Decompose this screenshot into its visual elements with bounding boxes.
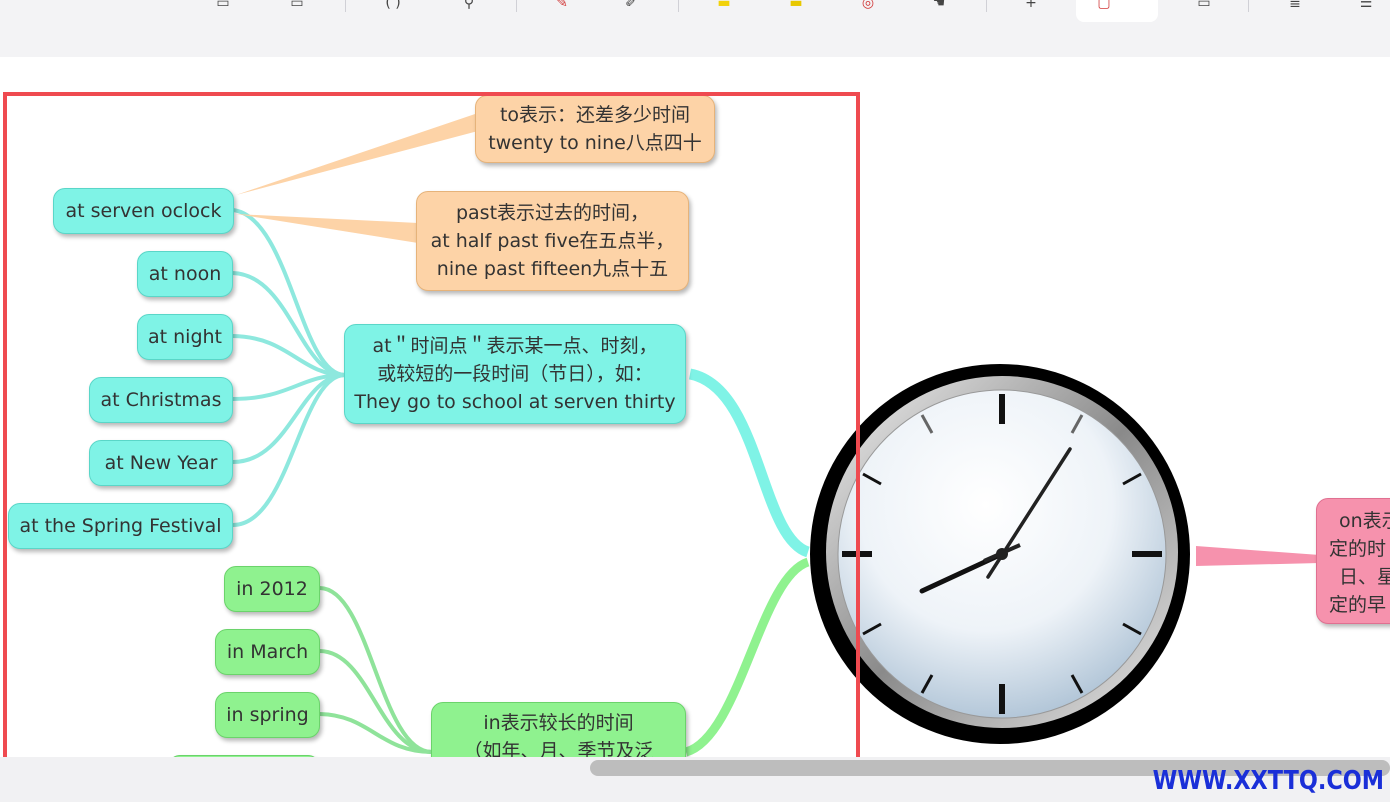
- node-at-child[interactable]: at the Spring Festival: [8, 503, 233, 549]
- node-at-child[interactable]: at noon: [137, 251, 233, 297]
- node-line: 定的时: [1329, 538, 1387, 560]
- pen-icon[interactable]: ✎: [551, 0, 573, 10]
- node-in[interactable]: in表示较长的时间 （如年、月、季节及泛: [431, 702, 686, 757]
- add-icon[interactable]: +: [1020, 0, 1042, 10]
- node-line: 或较短的一段时间（节日），如：: [377, 363, 653, 385]
- brackets-icon[interactable]: ( ): [378, 0, 408, 10]
- export-icon[interactable]: ▭: [1193, 0, 1215, 10]
- toolbar-separator: [986, 0, 987, 12]
- note-line: at half past five在五点半，: [430, 230, 675, 252]
- connector-at-child: [232, 208, 346, 377]
- node-line: 定的早: [1329, 594, 1387, 616]
- list-icon[interactable]: ☰: [1355, 0, 1377, 10]
- note-line: to表示：还差多少时间: [499, 104, 691, 126]
- layout-icon[interactable]: ▢: [1093, 0, 1115, 10]
- node-on[interactable]: on表示 定的时 日、星 定的早: [1316, 498, 1390, 624]
- node-line: at＂时间点＂表示某一点、时刻，: [372, 335, 658, 357]
- marker-icon[interactable]: ▬: [785, 0, 807, 10]
- node-line: 日、星: [1339, 566, 1390, 588]
- highlighter-icon[interactable]: ▬: [713, 0, 735, 10]
- node-in-child[interactable]: in March: [215, 629, 320, 675]
- lasso-icon[interactable]: ☚: [928, 0, 950, 10]
- connector-at: [688, 368, 811, 558]
- note-line: past表示过去的时间，: [455, 202, 650, 224]
- connector-in-child: [319, 649, 433, 754]
- watermark-text: WWW.XXTTQ.COM: [1152, 766, 1384, 796]
- document-icon[interactable]: ▭: [212, 0, 234, 10]
- shape-icon[interactable]: ◎: [857, 0, 879, 10]
- node-in-child[interactable]: in spring: [215, 692, 320, 738]
- note-line: twenty to nine八点四十: [488, 132, 702, 154]
- node-in-child[interactable]: in 2012: [224, 566, 320, 612]
- comment-icon[interactable]: ▭: [286, 0, 308, 10]
- toolbar-separator: [1248, 0, 1249, 12]
- node-line: They go to school at serven thirty: [354, 391, 676, 413]
- toolbar-separator: [345, 0, 346, 12]
- connector-to-note: [236, 113, 478, 195]
- note-line: nine past fifteen九点十五: [436, 258, 669, 280]
- outline-icon[interactable]: ≣: [1284, 0, 1306, 10]
- node-at-child[interactable]: at night: [137, 314, 233, 360]
- node-line: in表示较长的时间: [483, 712, 634, 734]
- toolbar-separator: [516, 0, 517, 12]
- search-icon[interactable]: ⚲: [458, 0, 480, 10]
- connector-on: [1196, 546, 1320, 566]
- toolbar: ▭ ▭ ( ) ⚲ ✎ ✐ ▬ ▬ ◎ ☚ + ▢ ▭ ≣ ☰: [0, 0, 1390, 57]
- node-line: （如年、月、季节及泛: [463, 740, 654, 757]
- note-to[interactable]: to表示：还差多少时间 twenty to nine八点四十: [475, 95, 715, 163]
- node-line: on表示: [1339, 510, 1390, 532]
- toolbar-separator: [678, 0, 679, 12]
- mindmap-canvas[interactable]: at serven oclock at noon at night at Chr…: [0, 57, 1390, 757]
- node-at-child[interactable]: at New Year: [89, 440, 233, 486]
- active-tool-highlight: [1076, 0, 1158, 22]
- node-at[interactable]: at＂时间点＂表示某一点、时刻， 或较短的一段时间（节日），如： They go…: [344, 324, 686, 424]
- connector-in: [684, 557, 810, 757]
- node-at-child[interactable]: at serven oclock: [53, 188, 234, 234]
- connector-in-child: [319, 586, 433, 754]
- node-at-child[interactable]: at Christmas: [89, 377, 233, 423]
- note-past[interactable]: past表示过去的时间， at half past five在五点半， nine…: [416, 191, 689, 291]
- eraser-icon[interactable]: ✐: [620, 0, 642, 10]
- clock-icon[interactable]: [808, 362, 1198, 752]
